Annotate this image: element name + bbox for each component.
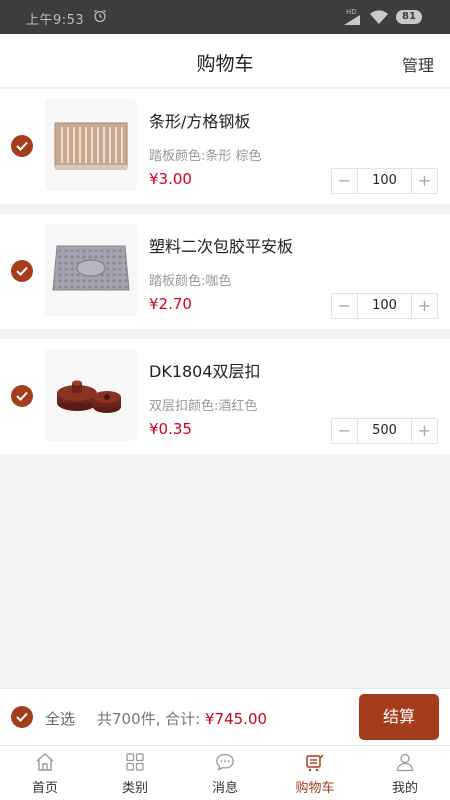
profile-icon xyxy=(396,753,414,772)
status-bar: 上午9:53 HD 81 xyxy=(0,0,450,34)
tab-messages[interactable]: 消息 xyxy=(180,746,270,800)
quantity-stepper: − 100 + xyxy=(331,293,438,319)
quantity-stepper: − 500 + xyxy=(331,418,438,444)
product-name[interactable]: 条形/方格钢板 xyxy=(149,108,250,132)
product-price: ¥0.35 xyxy=(149,420,192,438)
message-icon xyxy=(216,753,234,771)
manage-button[interactable]: 管理 xyxy=(402,52,434,76)
battery-indicator: 81 xyxy=(396,10,422,24)
order-summary: 共700件, 合计: ¥745.00 xyxy=(97,708,267,729)
item-checkbox[interactable] xyxy=(11,260,33,282)
checkmark-icon xyxy=(16,391,28,401)
product-spec: 踏板颜色:条形 棕色 xyxy=(149,149,262,164)
tab-cart[interactable]: 购物车 xyxy=(270,746,360,800)
product-name[interactable]: 塑料二次包胶平安板 xyxy=(149,233,293,257)
product-image[interactable] xyxy=(45,349,137,441)
item-checkbox[interactable] xyxy=(11,385,33,407)
tab-category[interactable]: 类别 xyxy=(90,746,180,800)
product-image[interactable] xyxy=(45,99,137,191)
steel-plate-image xyxy=(54,122,128,170)
product-spec: 双层扣颜色:酒红色 xyxy=(149,399,258,414)
wifi-icon xyxy=(370,10,388,24)
increase-button[interactable]: + xyxy=(411,169,437,193)
quantity-input[interactable]: 100 xyxy=(358,169,411,193)
cart-item: DK1804双层扣 双层扣颜色:酒红色 ¥0.35 − 500 + xyxy=(0,339,450,454)
plastic-board-image xyxy=(52,245,130,291)
tab-label: 首页 xyxy=(31,781,58,796)
select-all-label[interactable]: 全选 xyxy=(45,708,75,729)
decrease-button[interactable]: − xyxy=(332,169,358,193)
select-all-checkbox[interactable] xyxy=(11,706,33,728)
tab-home[interactable]: 首页 xyxy=(0,746,90,800)
tab-label: 我的 xyxy=(391,781,418,796)
tab-label: 购物车 xyxy=(295,781,335,796)
cart-icon xyxy=(306,754,324,772)
app-header: 购物车 管理 xyxy=(0,34,450,88)
page-title: 购物车 xyxy=(196,53,254,75)
quantity-stepper: − 100 + xyxy=(331,168,438,194)
checkmark-icon xyxy=(16,712,28,722)
tab-label: 类别 xyxy=(121,781,148,796)
status-time: 上午9:53 xyxy=(26,13,85,28)
quantity-input[interactable]: 500 xyxy=(358,419,411,443)
increase-button[interactable]: + xyxy=(411,419,437,443)
product-spec: 踏板颜色:咖色 xyxy=(149,274,232,289)
battery-level: 81 xyxy=(402,11,416,22)
decrease-button[interactable]: − xyxy=(332,419,358,443)
bottom-tab-bar: 首页 类别 消息 购物车 我的 xyxy=(0,745,450,800)
checkout-button[interactable]: 结算 xyxy=(359,694,439,740)
cart-item: 塑料二次包胶平安板 踏板颜色:咖色 ¥2.70 − 100 + xyxy=(0,214,450,329)
checkout-bar: 全选 共700件, 合计: ¥745.00 结算 xyxy=(0,688,450,745)
quantity-input[interactable]: 100 xyxy=(358,294,411,318)
tab-label: 消息 xyxy=(211,781,238,796)
product-name[interactable]: DK1804双层扣 xyxy=(149,358,261,382)
cart-item: 条形/方格钢板 踏板颜色:条形 棕色 ¥3.00 − 100 + xyxy=(0,89,450,204)
product-price: ¥3.00 xyxy=(149,170,192,188)
total-price: ¥745.00 xyxy=(205,710,268,728)
item-count-text: 共700件, 合计: xyxy=(97,710,205,728)
signal-icon xyxy=(344,15,360,25)
checkmark-icon xyxy=(16,141,28,151)
decrease-button[interactable]: − xyxy=(332,294,358,318)
category-icon xyxy=(126,753,144,771)
product-image[interactable] xyxy=(45,224,137,316)
item-checkbox[interactable] xyxy=(11,135,33,157)
home-icon xyxy=(36,753,54,771)
buckle-image xyxy=(57,380,121,413)
tab-profile[interactable]: 我的 xyxy=(360,746,450,800)
alarm-icon xyxy=(94,9,106,23)
increase-button[interactable]: + xyxy=(411,294,437,318)
checkmark-icon xyxy=(16,266,28,276)
product-price: ¥2.70 xyxy=(149,295,192,313)
